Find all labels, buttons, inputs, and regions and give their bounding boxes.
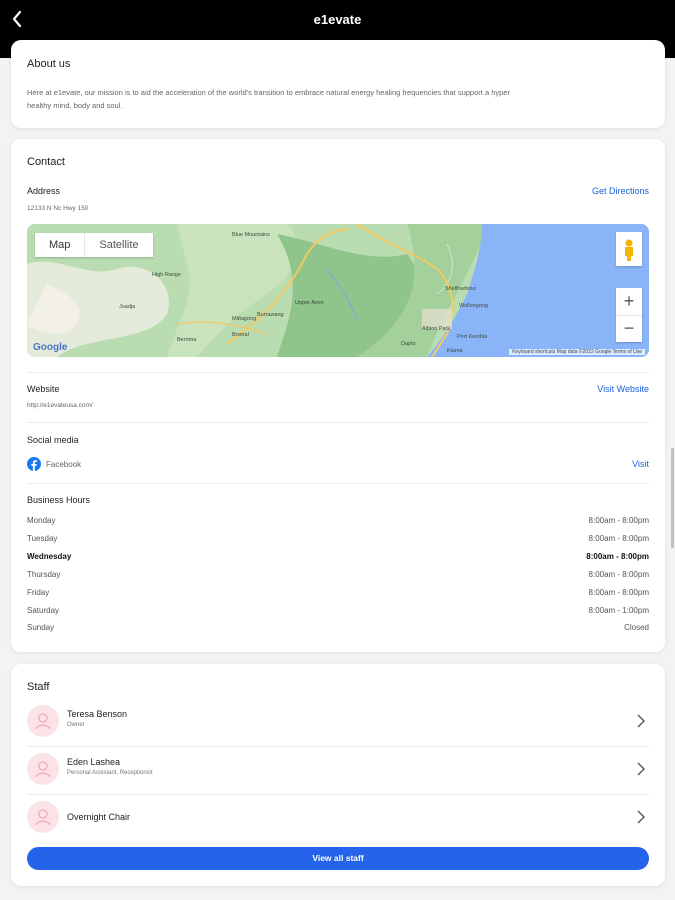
view-all-staff-button[interactable]: View all staff xyxy=(27,847,649,870)
zoom-in-button[interactable]: + xyxy=(616,288,642,315)
hours-day: Sunday xyxy=(27,623,55,633)
staff-item[interactable]: Teresa Benson Owner xyxy=(27,699,649,745)
staff-name: Overnight Chair xyxy=(67,812,131,822)
business-hours-row: Saturday 8:00am - 1:00pm xyxy=(27,606,649,620)
map-place-label: Shellharbour xyxy=(445,286,476,292)
business-hours-label: Business Hours xyxy=(27,495,91,505)
business-hours-row: Monday 8:00am - 8:00pm xyxy=(27,516,649,530)
user-icon xyxy=(35,713,51,730)
hours-time: 8:00am - 8:00pm xyxy=(588,569,649,579)
divider xyxy=(27,372,649,373)
zoom-control: + − xyxy=(616,288,642,342)
hours-time: 8:00am - 8:00pm xyxy=(586,551,649,561)
facebook-label: Facebook xyxy=(46,460,82,469)
hours-day: Thursday xyxy=(27,569,61,579)
hours-time: Closed xyxy=(624,623,649,633)
hours-time: 8:00am - 8:00pm xyxy=(588,516,649,525)
chevron-right-icon xyxy=(637,714,645,728)
avatar xyxy=(27,801,59,833)
staff-name: Teresa Benson xyxy=(67,709,128,719)
staff-card: Staff Teresa Benson Owner Eden Lashea Pe… xyxy=(11,664,665,886)
satellite-tab[interactable]: Satellite xyxy=(84,233,152,257)
user-icon xyxy=(35,809,51,826)
map-place-label: Burrawang xyxy=(257,312,284,318)
hours-day: Tuesday xyxy=(27,533,58,543)
map-place-label: Joadja xyxy=(119,304,136,310)
business-hours-row: Thursday 8:00am - 8:00pm xyxy=(27,570,649,584)
map-place-label: Albion Park xyxy=(422,326,450,332)
zoom-out-button[interactable]: − xyxy=(616,315,642,342)
contact-card: Contact Address Get Directions 12133 N N… xyxy=(11,139,665,652)
about-heading: About us xyxy=(27,58,71,70)
map-place-label: High Range xyxy=(152,272,181,278)
avatar xyxy=(27,705,59,737)
hours-time: 8:00am - 8:00pm xyxy=(588,587,649,597)
chevron-right-icon xyxy=(637,810,645,824)
address-label: Address xyxy=(27,186,61,196)
address-value: 12133 N Nc Hwy 150 xyxy=(27,205,89,212)
map-place-label: Bowral xyxy=(232,332,249,338)
visit-website-link[interactable]: Visit Website xyxy=(597,384,649,394)
map-place-label: Dapto xyxy=(401,341,416,347)
hours-time: 8:00am - 8:00pm xyxy=(588,533,649,543)
staff-item[interactable]: Eden Lashea Personal Assistant, Receptio… xyxy=(27,747,649,793)
map-place-label: Berrima xyxy=(177,337,197,343)
user-icon xyxy=(35,761,51,778)
about-card: About us Here at e1evate, our mission is… xyxy=(11,40,665,128)
business-hours-row: Sunday Closed xyxy=(27,623,649,637)
get-directions-link[interactable]: Get Directions xyxy=(592,186,649,196)
hours-day: Saturday xyxy=(27,605,60,615)
about-text-line2: healthy mind, body and soul. xyxy=(27,101,123,110)
pegman-button[interactable] xyxy=(616,232,642,266)
staff-role: Owner xyxy=(67,722,85,728)
hours-day: Friday xyxy=(27,587,50,597)
staff-role: Personal Assistant, Receptionist xyxy=(67,770,153,776)
staff-item[interactable]: Overnight Chair xyxy=(27,795,649,841)
chevron-right-icon xyxy=(637,762,645,776)
business-hours-row: Wednesday 8:00am - 8:00pm xyxy=(27,552,649,566)
hours-day: Wednesday xyxy=(27,551,72,561)
avatar xyxy=(27,753,59,785)
divider xyxy=(27,422,649,423)
facebook-visit-link[interactable]: Visit xyxy=(632,459,649,469)
map-place-label: Upper Avon xyxy=(295,300,324,306)
map-footer[interactable]: Keyboard shortcuts Map data ©2022 Google… xyxy=(509,349,645,355)
map-tab[interactable]: Map xyxy=(35,233,84,257)
map-place-label: Kiama xyxy=(447,348,464,354)
hours-day: Monday xyxy=(27,516,56,525)
map-place-label: Wollongong xyxy=(459,303,488,309)
website-value: http://e1evateusa.com/ xyxy=(27,402,93,409)
website-label: Website xyxy=(27,384,60,394)
hours-time: 8:00am - 1:00pm xyxy=(588,605,649,615)
map-place-label: Mittagong xyxy=(232,316,256,322)
facebook-icon xyxy=(27,457,41,471)
google-logo: Google xyxy=(33,342,68,353)
social-media-label: Social media xyxy=(27,435,79,445)
map-type-control: Map Satellite xyxy=(35,233,153,257)
divider xyxy=(27,483,649,484)
staff-name: Eden Lashea xyxy=(67,757,121,767)
map-place-label: Blue Mountains xyxy=(232,232,270,238)
map-view[interactable]: Blue Mountains High Range Joadja Mittagong B… xyxy=(27,224,649,357)
map-place-label: Port Kembla xyxy=(457,334,488,340)
scrollbar[interactable] xyxy=(671,448,674,548)
page-title: e1evate xyxy=(313,12,362,27)
pegman-icon xyxy=(625,239,633,261)
staff-heading: Staff xyxy=(27,681,50,693)
business-hours-row: Tuesday 8:00am - 8:00pm xyxy=(27,534,649,548)
contact-heading: Contact xyxy=(27,156,65,168)
business-hours-row: Friday 8:00am - 8:00pm xyxy=(27,588,649,602)
about-text-line1: Here at e1evate, our mission is to aid t… xyxy=(27,88,510,97)
